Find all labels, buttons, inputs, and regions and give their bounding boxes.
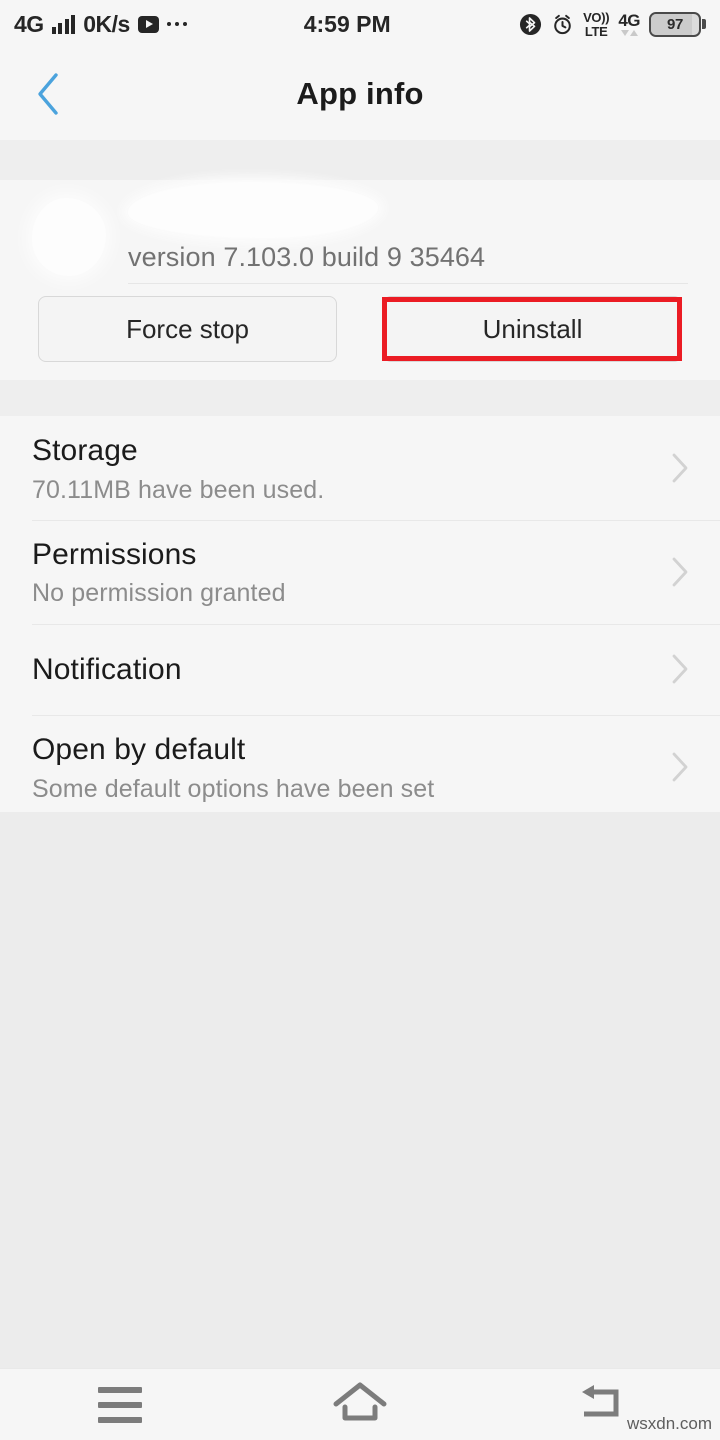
status-bar-center: 4:59 PM: [187, 11, 519, 38]
action-buttons: Force stop Uninstall: [0, 296, 720, 362]
force-stop-button[interactable]: Force stop: [38, 296, 337, 362]
menu-icon: [98, 1386, 142, 1423]
chevron-right-icon: [668, 749, 692, 785]
uninstall-button[interactable]: Uninstall: [383, 296, 682, 362]
list-item-subtitle: No permission granted: [32, 579, 286, 608]
list-item-open-by-default[interactable]: Open by default Some default options hav…: [0, 715, 720, 819]
list-item-notification[interactable]: Notification: [0, 623, 720, 716]
app-header-underline: [128, 283, 688, 284]
youtube-play-icon: [137, 15, 159, 33]
data-rate-label: 0K/s: [83, 10, 130, 37]
list-item-title: Notification: [32, 652, 182, 686]
bluetooth-icon: [519, 13, 542, 36]
empty-content-area: [0, 812, 720, 1368]
page-title: App info: [296, 76, 424, 111]
list-item-subtitle: Some default options have been set: [32, 774, 435, 803]
settings-list: Storage 70.11MB have been used. Permissi…: [0, 416, 720, 819]
watermark-label: wsxdn.com: [626, 1414, 712, 1433]
network-type-label: 4G: [14, 10, 44, 37]
app-version-label: version 7.103.0 build 9 35464: [128, 242, 486, 272]
chevron-right-icon: [668, 554, 692, 590]
back-button[interactable]: [0, 48, 96, 140]
chevron-right-icon: [668, 651, 692, 687]
app-bar: App info: [0, 48, 720, 140]
back-chevron-icon: [32, 71, 64, 117]
list-item-title: Permissions: [32, 537, 197, 571]
list-item-storage[interactable]: Storage 70.11MB have been used.: [0, 416, 720, 520]
status-bar: 4G 0K/s 4:59 PM VO)) LTE 4G 97: [0, 0, 720, 48]
phone-screen: 4G 0K/s 4:59 PM VO)) LTE 4G 97 App info …: [0, 0, 720, 1440]
section-divider-middle: [0, 380, 720, 416]
network-type-right-label: 4G: [618, 11, 640, 30]
app-icon: [32, 198, 106, 276]
back-arrow-icon: [572, 1380, 628, 1429]
list-item-permissions[interactable]: Permissions No permission granted: [0, 519, 720, 624]
home-button[interactable]: [240, 1369, 480, 1440]
signal-strength-icon: [51, 14, 76, 34]
app-name: [128, 182, 378, 238]
clock-label: 4:59 PM: [303, 10, 391, 37]
status-bar-left: 4G 0K/s: [14, 10, 188, 37]
list-item-subtitle: 70.11MB have been used.: [32, 475, 325, 504]
volte-line1: VO)): [583, 9, 610, 25]
data-activity-arrows-icon: [620, 30, 638, 36]
battery-icon: 97: [649, 11, 706, 37]
more-dots-icon: [166, 21, 188, 27]
network-type-right-icon: 4G: [618, 12, 640, 36]
list-item-title: Open by default: [32, 733, 246, 766]
volte-line2: LTE: [584, 23, 608, 39]
list-item-title: Storage: [32, 434, 138, 467]
navigation-bar: [0, 1368, 720, 1440]
battery-percent-label: 97: [666, 15, 684, 33]
alarm-clock-icon: [551, 13, 574, 36]
recents-button[interactable]: [0, 1369, 240, 1440]
status-bar-right: VO)) LTE 4G 97: [519, 11, 706, 38]
section-divider-top: [0, 140, 720, 180]
home-icon: [332, 1380, 388, 1429]
volte-icon: VO)) LTE: [583, 9, 610, 39]
chevron-right-icon: [668, 450, 692, 486]
